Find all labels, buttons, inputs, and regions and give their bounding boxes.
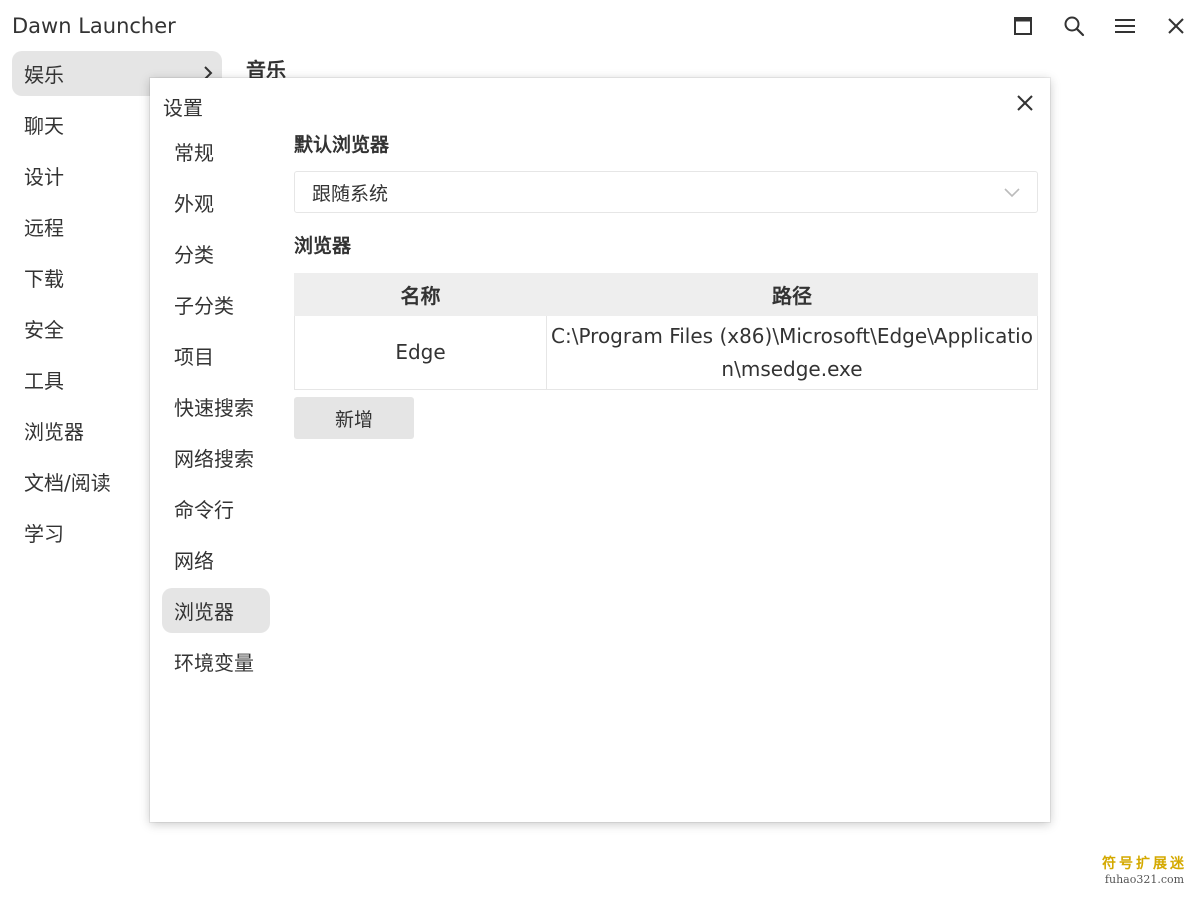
sidebar-item-label: 工具 [24,369,64,393]
browser-path-cell: C:\Program Files (x86)\Microsoft\Edge\Ap… [546,315,1038,390]
settings-nav: 常规 外观 分类 子分类 项目 快速搜索 网络搜索 命令行 网络 浏览器 环境变… [162,129,270,690]
sidebar-item-label: 设计 [24,165,64,189]
settings-nav-label: 分类 [174,243,214,267]
sidebar-item-label: 聊天 [24,114,64,138]
watermark-logo: 符号扩展迷 fuhao321.com [1102,853,1187,886]
settings-nav-label: 外观 [174,192,214,216]
settings-nav-web-search[interactable]: 网络搜索 [162,435,270,480]
sidebar-item-label: 浏览器 [24,420,84,444]
sidebar-item-label: 下载 [24,267,64,291]
browsers-label: 浏览器 [294,235,352,257]
dialog-title: 设置 [163,96,203,120]
settings-nav-appearance[interactable]: 外观 [162,180,270,225]
settings-nav-label: 环境变量 [174,651,254,675]
sidebar-item-label: 远程 [24,216,64,240]
menu-icon [1114,19,1135,33]
settings-nav-general[interactable]: 常规 [162,129,270,174]
settings-nav-command-line[interactable]: 命令行 [162,486,270,531]
settings-nav-subcategory[interactable]: 子分类 [162,282,270,327]
column-header-path: 路径 [546,273,1038,316]
browser-path-text: C:\Program Files (x86)\Microsoft\Edge\Ap… [551,323,1033,381]
settings-nav-network[interactable]: 网络 [162,537,270,582]
add-browser-button[interactable]: 新增 [294,397,414,439]
table-row[interactable]: Edge C:\Program Files (x86)\Microsoft\Ed… [294,315,1038,390]
window-close-button[interactable] [1150,10,1201,42]
settings-nav-label: 快速搜索 [174,396,254,420]
settings-nav-item[interactable]: 项目 [162,333,270,378]
sidebar-item-label: 娱乐 [24,63,64,87]
watermark-en: fuhao321.com [1104,873,1185,886]
maximize-button[interactable] [997,10,1048,42]
close-icon [1017,95,1033,111]
settings-nav-label: 常规 [174,141,214,165]
settings-nav-category[interactable]: 分类 [162,231,270,276]
column-header-name: 名称 [294,273,547,316]
menu-button[interactable] [1099,10,1150,42]
sidebar-item-label: 安全 [24,318,64,342]
settings-nav-label: 命令行 [174,498,234,522]
window-controls [997,10,1201,42]
sidebar-item-label: 学习 [24,522,64,546]
browsers-table: 名称 路径 Edge C:\Program Files (x86)\Micros… [294,273,1038,390]
app-title: Dawn Launcher [12,14,176,38]
settings-content: 默认浏览器 跟随系统 浏览器 名称 路径 Edge C:\Program Fil… [294,130,1038,439]
search-icon [1064,16,1084,37]
default-browser-select[interactable]: 跟随系统 [294,171,1038,213]
settings-nav-label: 浏览器 [174,600,234,624]
settings-nav-quick-search[interactable]: 快速搜索 [162,384,270,429]
settings-nav-label: 项目 [174,345,214,369]
search-button[interactable] [1048,10,1099,42]
close-icon [1167,18,1184,34]
chevron-down-icon [1004,188,1020,198]
sidebar-item-label: 文档/阅读 [24,471,111,495]
maximize-icon [1013,17,1032,35]
dialog-close-button[interactable] [1014,92,1036,114]
watermark-cn: 符号扩展迷 [1102,856,1187,872]
default-browser-value: 跟随系统 [312,182,389,205]
settings-dialog: 设置 常规 外观 分类 子分类 项目 快速搜索 网络搜索 命令行 网络 浏览器 … [150,78,1050,822]
settings-nav-browser[interactable]: 浏览器 [162,588,270,633]
settings-nav-label: 网络搜索 [174,447,254,471]
settings-nav-label: 网络 [174,549,214,573]
settings-nav-label: 子分类 [174,294,234,318]
settings-nav-env-vars[interactable]: 环境变量 [162,639,270,684]
default-browser-label: 默认浏览器 [294,134,390,156]
browser-name-cell: Edge [294,315,547,390]
